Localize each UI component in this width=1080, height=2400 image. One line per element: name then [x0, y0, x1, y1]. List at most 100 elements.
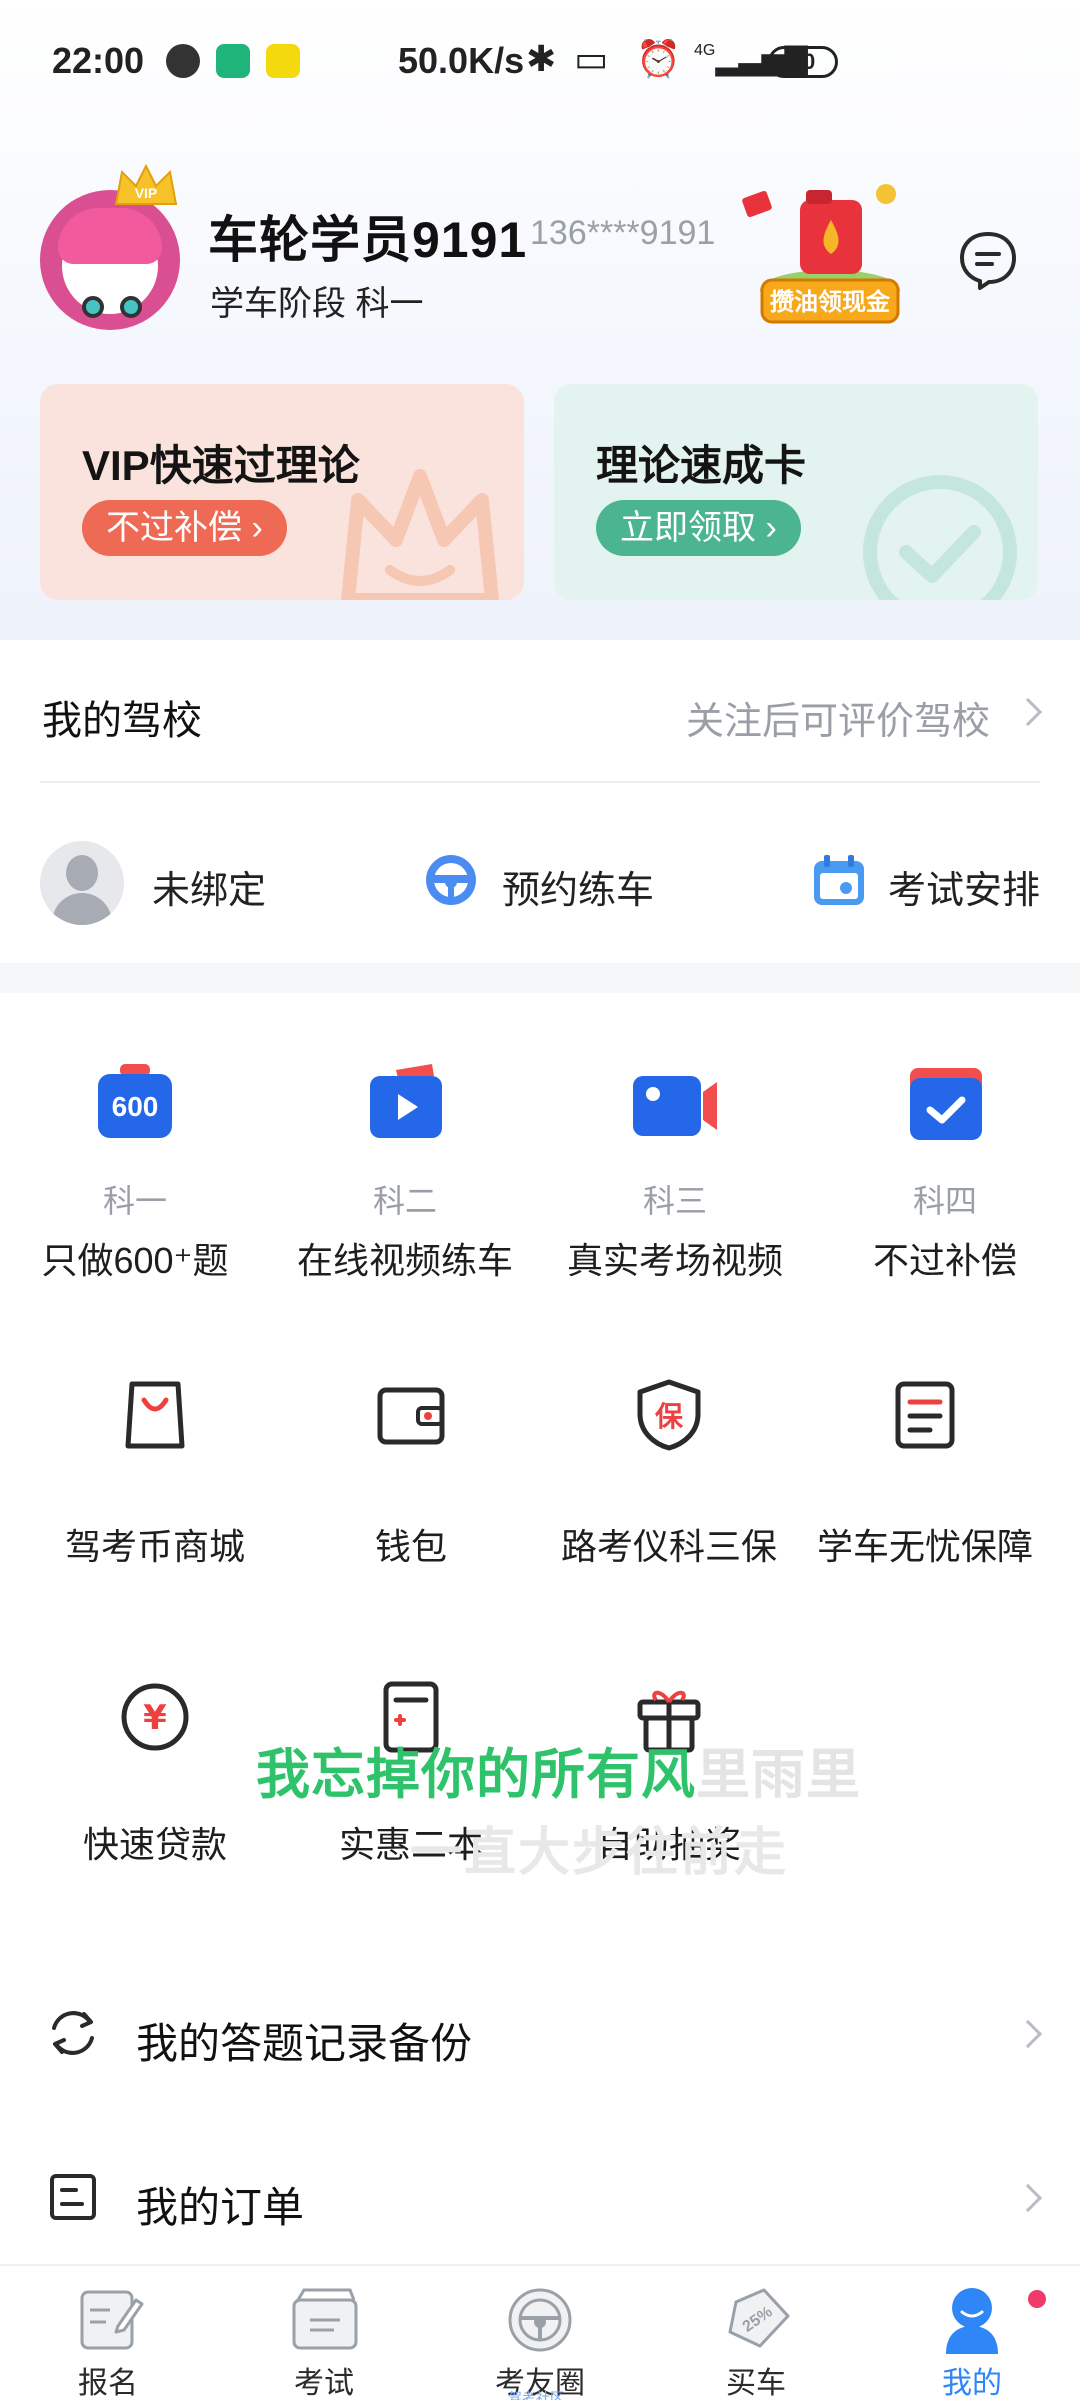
status-bar: 22:00 50.0K/s ✱ ▭ ⏰ 4G▂▃▅▇ 80	[0, 0, 1080, 128]
chevron-right-icon	[1013, 2019, 1043, 2049]
username[interactable]: 车轮学员9191	[208, 200, 527, 272]
answer-backup-label: 我的答题记录备份	[136, 2020, 473, 2067]
profile-mascot-icon	[946, 2288, 998, 2354]
notification-dot	[1028, 2290, 1046, 2308]
yellow-app-icon	[266, 44, 300, 78]
crown-decoration-icon	[341, 469, 499, 600]
lyric-line-1-rest: 里雨里	[696, 1745, 861, 1805]
document-icon	[790, 1378, 1060, 1478]
tab-buy-car-label: 买车	[726, 2367, 786, 2400]
subject-1-item[interactable]: 600 科一 只做600⁺题	[0, 1050, 270, 1290]
road-test-insurance-item[interactable]: 保 路考仪科三保	[534, 1372, 804, 1572]
road-test-insurance-label: 路考仪科三保	[560, 1526, 777, 1567]
check-circle-decoration-icon	[863, 475, 1017, 600]
learning-stage: 学车阶段 科一	[210, 285, 424, 323]
steering-wheel-icon	[426, 855, 476, 905]
wallet-icon	[276, 1378, 546, 1478]
alarm-icon: ⏰	[636, 38, 681, 79]
subject-2-label: 在线视频练车	[296, 1240, 513, 1281]
yen-coin-text: ¥	[143, 1698, 167, 1738]
sync-icon	[52, 2011, 94, 2055]
wallet-label: 钱包	[374, 1526, 447, 1567]
discount-tag-icon: 25%	[728, 2288, 790, 2348]
theory-speed-card[interactable]: 理论速成卡 立即领取 ›	[554, 384, 1038, 600]
vip-crown-icon: VIP	[114, 164, 178, 205]
shopping-bag-icon	[20, 1378, 290, 1478]
signup-icon	[80, 2290, 144, 2350]
exam-schedule-label[interactable]: 考试安排	[888, 859, 1040, 914]
quick-loan-item[interactable]: ¥ 快速贷款	[20, 1680, 290, 1880]
quick-loan-label: 快速贷款	[82, 1824, 227, 1865]
tab-community[interactable]: 考友圈	[432, 2266, 648, 2400]
avatar[interactable]	[40, 190, 180, 330]
subject-3-item[interactable]: 科三 真实考场视频	[540, 1050, 810, 1290]
camera-icon	[540, 1062, 810, 1162]
tab-exam[interactable]: 考试	[216, 2266, 432, 2400]
subject-2-item[interactable]: 科二 在线视频练车	[270, 1050, 540, 1290]
subject-4-item[interactable]: 科四 不过补偿	[810, 1050, 1080, 1290]
unbound-label[interactable]: 未绑定	[152, 859, 266, 914]
theory-card-button-label: 立即领取	[620, 509, 756, 547]
subject-3-sub: 科三	[642, 1183, 707, 1219]
oil-cash-promo-icon[interactable]: 攒油领现金	[740, 180, 920, 330]
my-orders-label: 我的订单	[136, 2184, 305, 2231]
vip-card-button-label: 不过补偿	[106, 509, 242, 547]
vip-card-title: VIP快速过理论	[82, 442, 360, 489]
avatar-wheel-right	[120, 296, 142, 318]
book-practice-label[interactable]: 预约练车	[502, 859, 654, 914]
yen-coin-icon: ¥	[20, 1680, 290, 1780]
chevron-right-icon	[1013, 697, 1043, 727]
my-driving-school-title: 我的驾校	[42, 699, 202, 743]
coin-mall-label: 驾考币商城	[64, 1526, 245, 1567]
calendar-icon	[814, 855, 864, 905]
promo-text: 攒油领现金	[770, 288, 891, 316]
bluetooth-icon: ✱	[526, 38, 557, 79]
community-tiny-label: 驾考社区	[508, 2390, 564, 2400]
follow-to-review-hint: 关注后可评价驾校	[685, 701, 990, 743]
chevron-right-icon	[1013, 2183, 1043, 2213]
theory-card-button[interactable]: 立即领取 ›	[596, 500, 801, 556]
shield-app-icon	[216, 44, 250, 78]
subject-3-label: 真实考场视频	[566, 1240, 783, 1281]
lyric-line-2: 一直大步往前走	[410, 1824, 789, 1882]
learning-guarantee-item[interactable]: 学车无忧保障	[790, 1372, 1060, 1572]
order-icon	[50, 2174, 96, 2220]
theory-card-title: 理论速成卡	[596, 442, 807, 489]
tab-signup-label: 报名	[78, 2367, 138, 2400]
shield-bao-icon: 保	[534, 1378, 804, 1478]
vip-badge-text: VIP	[135, 185, 158, 201]
tab-buy-car[interactable]: 25% 买车	[648, 2266, 864, 2400]
vibrate-icon: ▭	[574, 38, 609, 79]
vip-theory-card[interactable]: VIP快速过理论 不过补偿 ›	[40, 384, 524, 600]
message-icon[interactable]	[956, 228, 1020, 292]
avatar-wheel-left	[82, 296, 104, 318]
network-speed: 50.0K/s	[398, 40, 525, 81]
video-play-icon	[270, 1062, 540, 1162]
learning-guarantee-label: 学车无忧保障	[816, 1526, 1033, 1567]
vip-card-button[interactable]: 不过补偿 ›	[82, 500, 287, 556]
my-orders-row[interactable]: 我的订单	[0, 2122, 1080, 2272]
checkmark-card-icon	[810, 1062, 1080, 1162]
globe-icon	[166, 44, 200, 78]
subject-1-label: 只做600⁺题	[41, 1240, 229, 1281]
avatar-hair	[58, 208, 162, 264]
answer-backup-row[interactable]: 我的答题记录备份	[0, 1958, 1080, 2108]
battery-icon: 80	[768, 46, 838, 78]
600-badge-text: 600	[112, 1091, 159, 1122]
coin-mall-item[interactable]: 驾考币商城	[20, 1372, 290, 1572]
person-avatar-icon	[40, 841, 124, 925]
my-driving-school-row[interactable]: 我的驾校 关注后可评价驾校	[0, 640, 1080, 782]
steering-wheel-tab-icon	[508, 2288, 572, 2352]
exam-icon	[292, 2288, 358, 2350]
tab-exam-label: 考试	[294, 2367, 354, 2400]
bottom-tab-bar: 报名 考试 考友圈 25% 买车 我的	[0, 2264, 1080, 2400]
lyric-line-1: 我忘掉你的所有风里雨里	[256, 1730, 861, 1809]
tab-mine[interactable]: 我的	[864, 2266, 1080, 2400]
600-badge-icon: 600	[0, 1062, 270, 1162]
tab-signup[interactable]: 报名	[0, 2266, 216, 2400]
phone-number: 136****9191	[530, 214, 716, 252]
section-gap	[0, 963, 1080, 993]
status-time: 22:00	[52, 40, 145, 81]
network-type: 4G	[694, 42, 716, 59]
wallet-item[interactable]: 钱包	[276, 1372, 546, 1572]
